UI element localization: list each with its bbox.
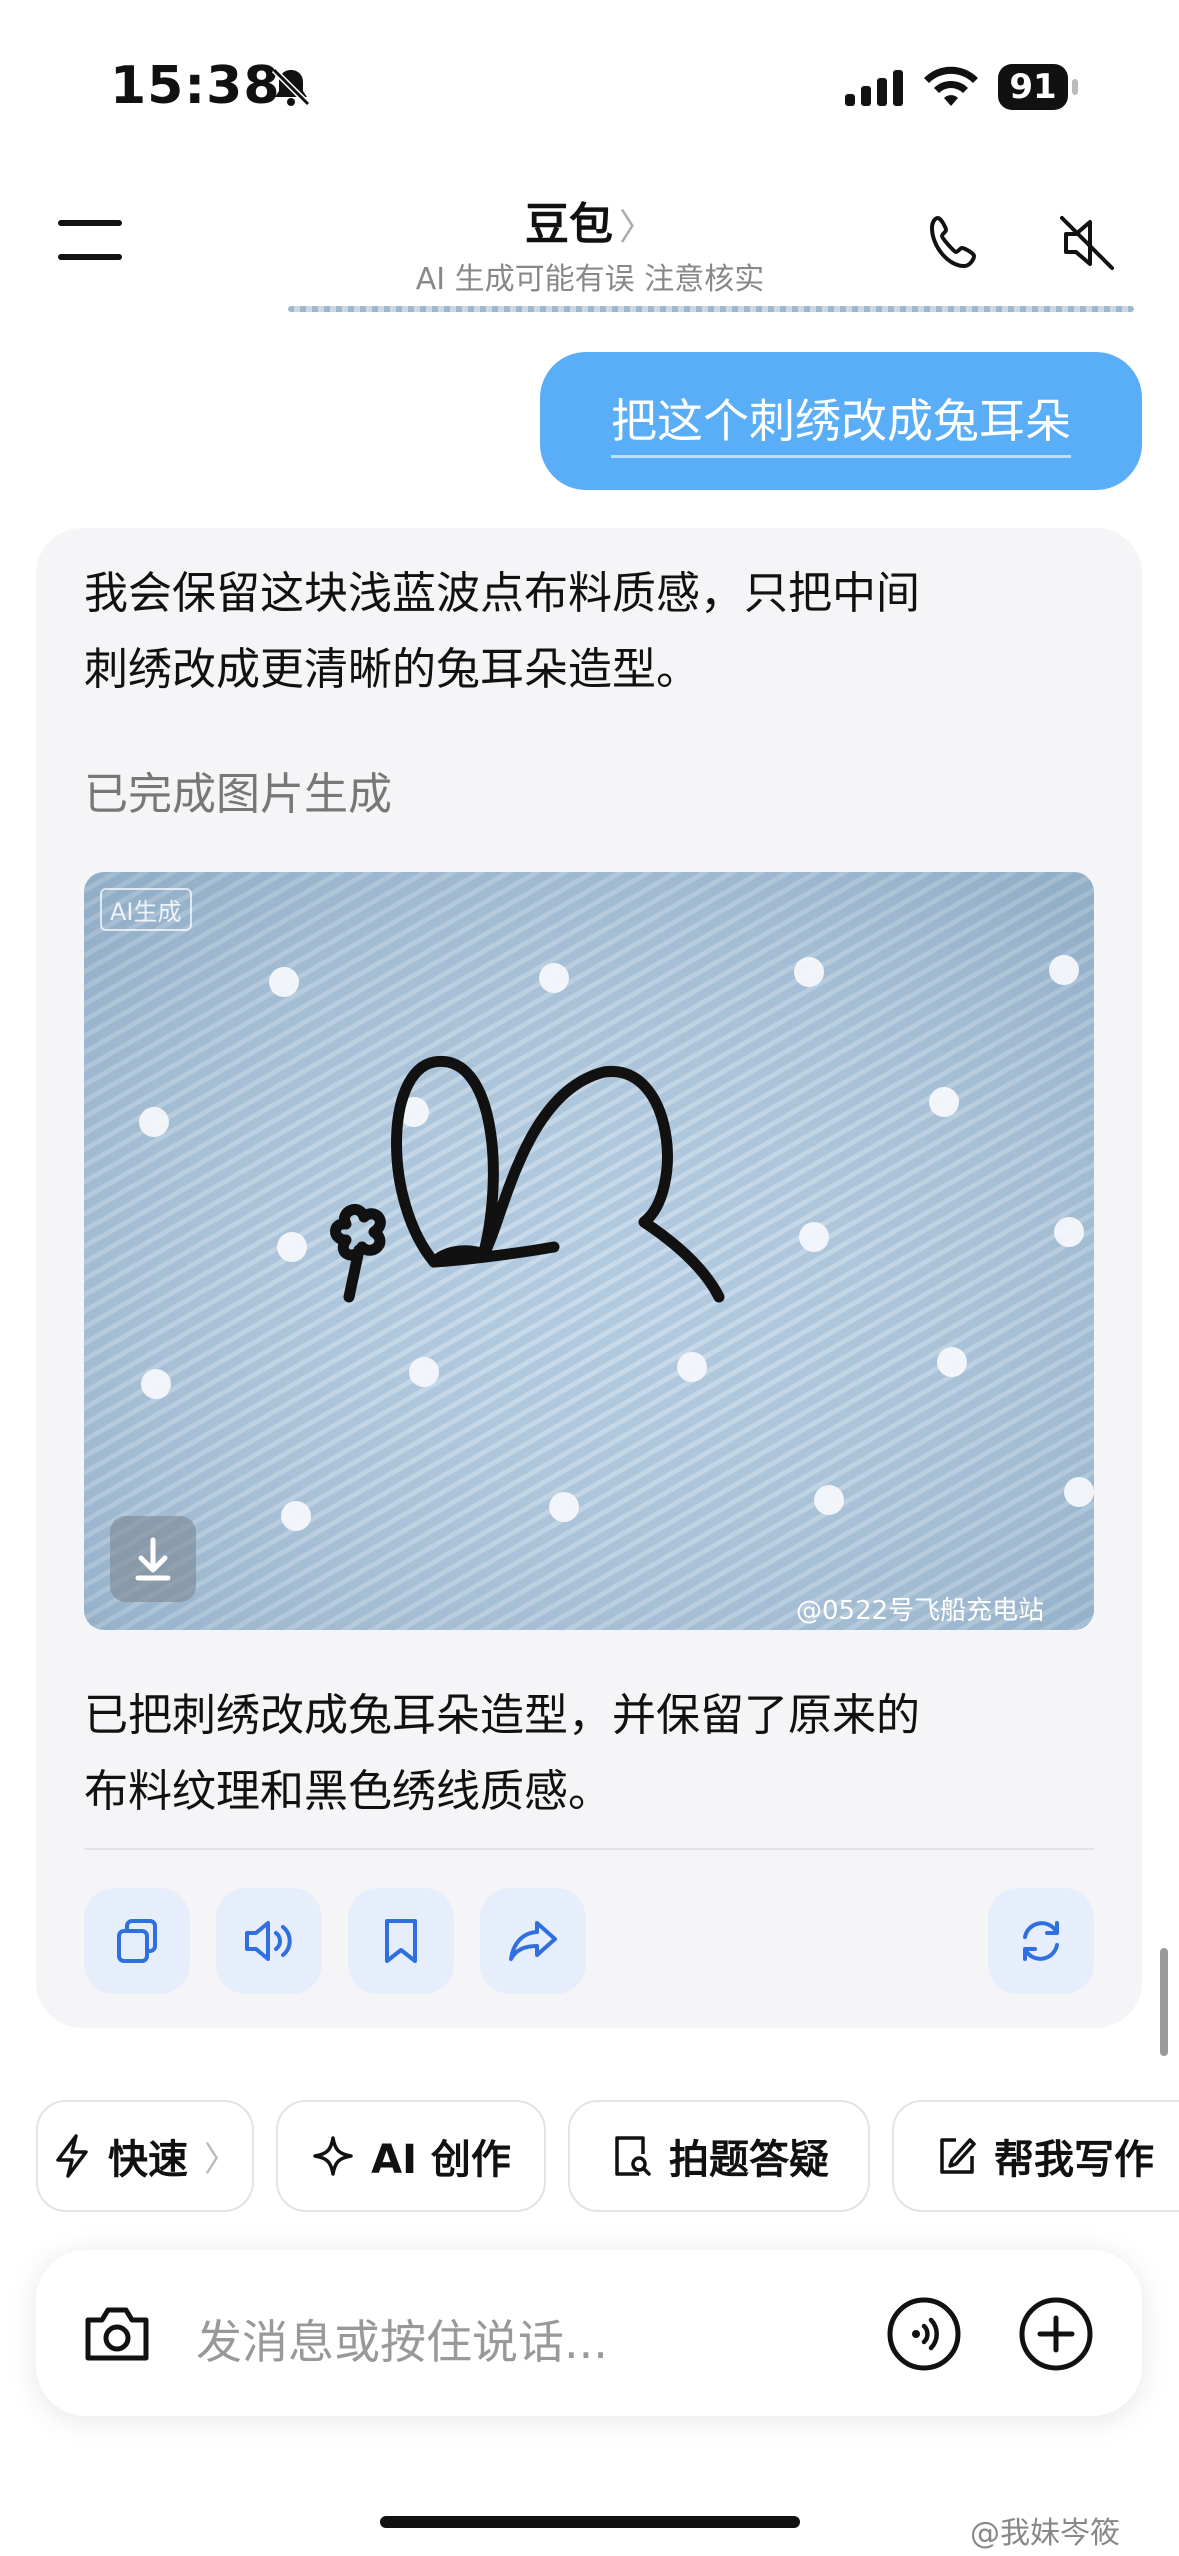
- scrollbar[interactable]: [1160, 1948, 1168, 2056]
- plus-icon[interactable]: [1018, 2296, 1094, 2372]
- copy-button[interactable]: [84, 1888, 190, 1994]
- image-watermark: @0522号飞船充电站: [796, 1596, 1045, 1626]
- voice-input-icon[interactable]: [886, 2296, 962, 2372]
- message-input[interactable]: 发消息或按住说话...: [196, 2306, 608, 2372]
- share-button[interactable]: [480, 1888, 586, 1994]
- user-message-bubble[interactable]: 把这个刺绣改成兔耳朵: [540, 352, 1142, 490]
- wifi-icon: [924, 66, 978, 106]
- chip-ai-create[interactable]: AI 创作: [276, 2100, 546, 2212]
- share-icon: [509, 1921, 557, 1961]
- home-indicator[interactable]: [380, 2516, 800, 2528]
- generation-status: 已完成图片生成: [84, 769, 392, 820]
- read-aloud-button[interactable]: [216, 1888, 322, 1994]
- bookmark-icon: [385, 1919, 417, 1963]
- chat-title[interactable]: 豆包〉: [380, 188, 800, 252]
- header-divider: [288, 306, 1134, 312]
- status-time: 15:38: [110, 56, 281, 116]
- chip-photo-question-label: 拍题答疑: [669, 2137, 829, 2183]
- bookmark-button[interactable]: [348, 1888, 454, 1994]
- card-divider: [84, 1848, 1094, 1850]
- chip-fast-mode[interactable]: 快速〉: [36, 2100, 254, 2212]
- chevron-right-icon: 〉: [204, 2139, 238, 2180]
- chip-photo-question[interactable]: 拍题答疑: [568, 2100, 870, 2212]
- bot-name: 豆包: [524, 199, 613, 250]
- copy-icon: [117, 1919, 157, 1963]
- sparkle-icon: [313, 2136, 353, 2176]
- search-doc-icon: [615, 2136, 651, 2176]
- generated-image[interactable]: [84, 872, 1094, 1630]
- chip-write-for-me[interactable]: 帮我写作: [892, 2100, 1179, 2212]
- speaker-muted-icon[interactable]: [1056, 212, 1118, 274]
- battery-indicator: 91: [998, 64, 1078, 110]
- regenerate-button[interactable]: [988, 1888, 1094, 1994]
- edit-icon: [940, 2138, 976, 2174]
- menu-icon[interactable]: [58, 216, 122, 266]
- page-watermark: @我妹岑筱: [970, 2516, 1120, 2551]
- phone-icon[interactable]: [924, 212, 986, 274]
- assistant-intro-line-1: 我会保留这块浅蓝波点布料质感，只把中间: [84, 568, 920, 619]
- ai-disclaimer: AI 生成可能有误 注意核实: [415, 262, 765, 297]
- download-button[interactable]: [110, 1516, 196, 1602]
- chip-fast-label: 快速: [108, 2137, 188, 2183]
- chevron-right-icon: 〉: [618, 207, 655, 248]
- bell-muted-icon: [271, 67, 311, 107]
- assistant-intro-line-2: 刺绣改成更清晰的兔耳朵造型。: [84, 644, 700, 695]
- assistant-result-line-2: 布料纹理和黑色绣线质感。: [84, 1766, 612, 1817]
- signal-icon: [845, 70, 903, 106]
- ai-generated-badge: AI生成: [100, 888, 192, 931]
- camera-icon[interactable]: [82, 2300, 152, 2366]
- lightning-icon: [56, 2134, 88, 2178]
- speaker-icon: [245, 1921, 292, 1961]
- refresh-icon: [1023, 1921, 1059, 1961]
- assistant-result-line-1: 已把刺绣改成兔耳朵造型，并保留了原来的: [84, 1690, 920, 1741]
- download-icon: [135, 1537, 171, 1581]
- chip-write-label: 帮我写作: [994, 2137, 1154, 2183]
- user-message-text: 把这个刺绣改成兔耳朵: [611, 385, 1071, 458]
- battery-level: 91: [998, 64, 1068, 110]
- chip-ai-create-label: AI 创作: [371, 2137, 511, 2183]
